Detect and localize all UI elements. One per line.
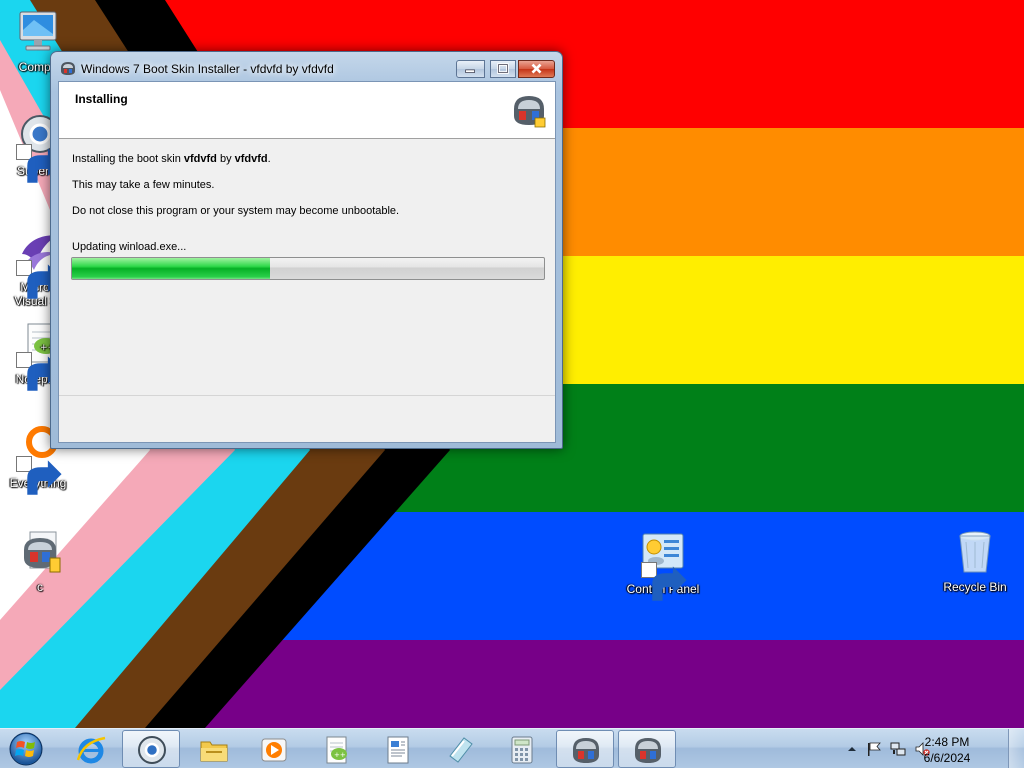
window-title: Windows 7 Boot Skin Installer - vfdvfd b… bbox=[81, 62, 334, 76]
warning-text: Do not close this program or your system… bbox=[72, 205, 400, 217]
line1-by: by bbox=[216, 153, 235, 165]
minimize-icon bbox=[465, 69, 475, 73]
wizard-header: Installing bbox=[59, 82, 555, 139]
shortcut-arrow-icon bbox=[16, 260, 62, 299]
windows-logo-icon bbox=[9, 732, 43, 766]
install-description: Installing the boot skin vfdvfd by vfdvf… bbox=[72, 153, 271, 165]
supermium-browser-icon bbox=[138, 736, 166, 764]
author-name: vfdvfd bbox=[234, 153, 268, 165]
duration-note: This may take a few minutes. bbox=[72, 179, 215, 191]
maximize-button[interactable] bbox=[490, 60, 516, 78]
shortcut-arrow-icon bbox=[641, 562, 687, 601]
media-player-icon bbox=[261, 738, 287, 762]
clock-time[interactable]: 2:48 PM bbox=[912, 735, 982, 749]
boot-skin-installer-icon bbox=[573, 738, 599, 763]
network-button[interactable] bbox=[890, 741, 906, 757]
start-button[interactable] bbox=[6, 730, 46, 768]
page-title: Installing bbox=[75, 92, 128, 106]
show-desktop-button[interactable] bbox=[1008, 729, 1024, 768]
footer-divider bbox=[59, 395, 555, 396]
line1-prefix: Installing the boot skin bbox=[72, 153, 184, 165]
flag-icon bbox=[868, 742, 881, 756]
progress-fill bbox=[72, 258, 271, 279]
window-client-area: Installing Installing the boot skin vfdv… bbox=[58, 81, 556, 443]
snipping-tool-icon bbox=[449, 737, 473, 763]
shortcut-arrow-icon bbox=[16, 352, 62, 391]
title-bar[interactable]: Windows 7 Boot Skin Installer - vfdvfd b… bbox=[51, 52, 562, 82]
svg-text:++: ++ bbox=[334, 751, 346, 759]
taskbar-supermium-browser[interactable] bbox=[122, 730, 180, 768]
wordpad-icon bbox=[387, 736, 409, 764]
taskbar-boot-skin-installer-1[interactable] bbox=[556, 730, 614, 768]
close-button[interactable] bbox=[518, 60, 555, 78]
notepad-plus-plus-icon: ++ bbox=[326, 736, 347, 764]
taskbar-calculator[interactable] bbox=[492, 730, 550, 768]
show-hidden-icons-button[interactable] bbox=[844, 741, 860, 757]
action-center-button[interactable] bbox=[866, 741, 882, 757]
taskbar-notepad-plus-plus[interactable]: ++ bbox=[306, 730, 364, 768]
progress-bar bbox=[71, 257, 545, 280]
control-panel-icon bbox=[639, 530, 687, 601]
computer-icon bbox=[14, 8, 62, 56]
taskbar-media-player[interactable] bbox=[244, 730, 302, 768]
progress-status: Updating winload.exe... bbox=[72, 241, 187, 253]
boot-skin-installer-icon bbox=[511, 92, 547, 128]
taskbar-wordpad[interactable] bbox=[368, 730, 426, 768]
taskbar-snipping-tool[interactable] bbox=[430, 730, 488, 768]
taskbar-boot-skin-installer-2[interactable] bbox=[618, 730, 676, 768]
clock-date[interactable]: 6/6/2024 bbox=[912, 751, 982, 765]
boot-skin-installer-icon bbox=[60, 60, 76, 76]
network-icon bbox=[890, 742, 906, 756]
desktop-icon-control-panel[interactable]: Control Panel bbox=[623, 530, 703, 601]
recycle-bin-icon bbox=[951, 528, 999, 576]
skin-name: vfdvfd bbox=[183, 153, 217, 165]
close-icon bbox=[531, 63, 542, 74]
shortcut-arrow-icon bbox=[16, 456, 62, 495]
shortcut-arrow-icon bbox=[16, 144, 62, 183]
file-explorer-icon bbox=[200, 741, 228, 762]
boot-skin-installer-icon bbox=[635, 738, 661, 763]
taskbar-internet-explorer[interactable] bbox=[61, 730, 119, 768]
internet-explorer-icon bbox=[76, 736, 106, 764]
desktop-icon-recycle-bin[interactable]: Recycle Bin bbox=[935, 528, 1015, 594]
chevron-up-icon bbox=[848, 747, 856, 751]
taskbar-file-explorer[interactable] bbox=[184, 730, 242, 768]
installer-window[interactable]: Windows 7 Boot Skin Installer - vfdvfd b… bbox=[50, 51, 563, 449]
boot-skin-installer-icon bbox=[16, 528, 64, 576]
line1-suffix: . bbox=[267, 153, 271, 165]
minimize-button[interactable] bbox=[456, 60, 485, 78]
desktop-icon-c[interactable]: c bbox=[0, 528, 80, 594]
maximize-icon bbox=[497, 63, 509, 74]
calculator-icon bbox=[511, 736, 533, 764]
taskbar: ++ 2:48 PM 6/6/2024 bbox=[0, 728, 1024, 768]
